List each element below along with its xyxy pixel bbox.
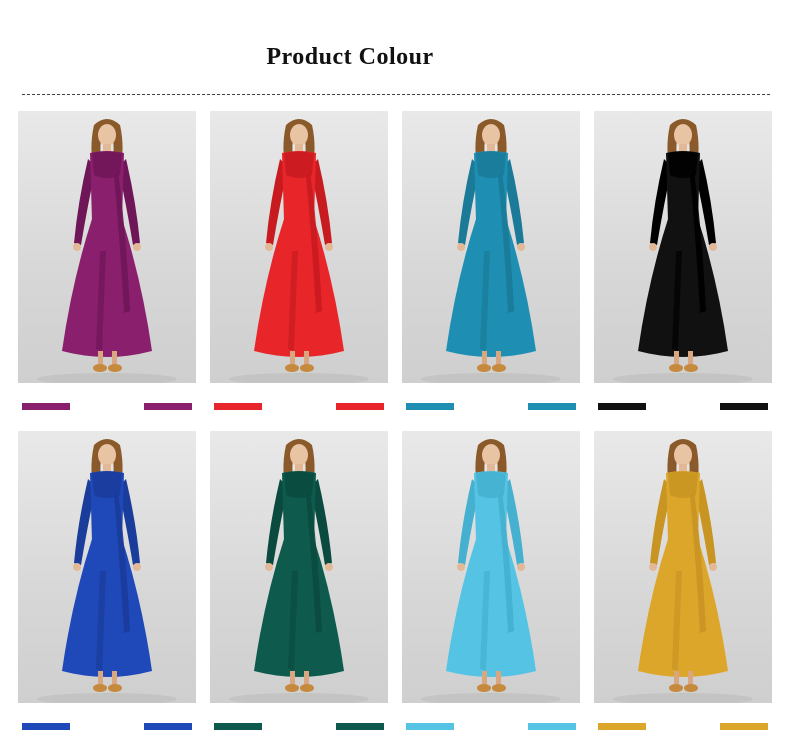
colour-swatch-row xyxy=(402,403,580,411)
colour-swatch[interactable] xyxy=(22,403,70,410)
purple-dress-photo xyxy=(18,111,196,383)
colour-swatch[interactable] xyxy=(528,403,576,410)
red-dress-photo xyxy=(210,111,388,383)
colour-swatch-row xyxy=(210,723,388,731)
dark-green-dress-photo xyxy=(210,431,388,703)
colour-swatch-row xyxy=(594,723,772,731)
colour-swatch-row xyxy=(402,723,580,731)
colour-swatch[interactable] xyxy=(214,403,262,410)
colour-swatch[interactable] xyxy=(598,403,646,410)
colour-swatch[interactable] xyxy=(406,723,454,730)
colour-swatch[interactable] xyxy=(144,403,192,410)
colour-swatch[interactable] xyxy=(22,723,70,730)
colour-swatch[interactable] xyxy=(598,723,646,730)
colour-swatch[interactable] xyxy=(720,723,768,730)
colour-swatch[interactable] xyxy=(720,403,768,410)
colour-swatch-row xyxy=(594,403,772,411)
colour-swatch[interactable] xyxy=(214,723,262,730)
black-dress-photo xyxy=(594,111,772,383)
colour-swatch[interactable] xyxy=(406,403,454,410)
colour-swatch-row xyxy=(18,723,196,731)
colour-swatch-row xyxy=(18,403,196,411)
product-colour-grid xyxy=(0,0,790,747)
colour-swatch[interactable] xyxy=(336,723,384,730)
colour-swatch[interactable] xyxy=(336,403,384,410)
royal-blue-dress-photo xyxy=(18,431,196,703)
light-blue-dress-photo xyxy=(402,431,580,703)
colour-swatch[interactable] xyxy=(144,723,192,730)
colour-swatch[interactable] xyxy=(528,723,576,730)
teal-blue-dress-photo xyxy=(402,111,580,383)
colour-swatch-row xyxy=(210,403,388,411)
mustard-dress-photo xyxy=(594,431,772,703)
